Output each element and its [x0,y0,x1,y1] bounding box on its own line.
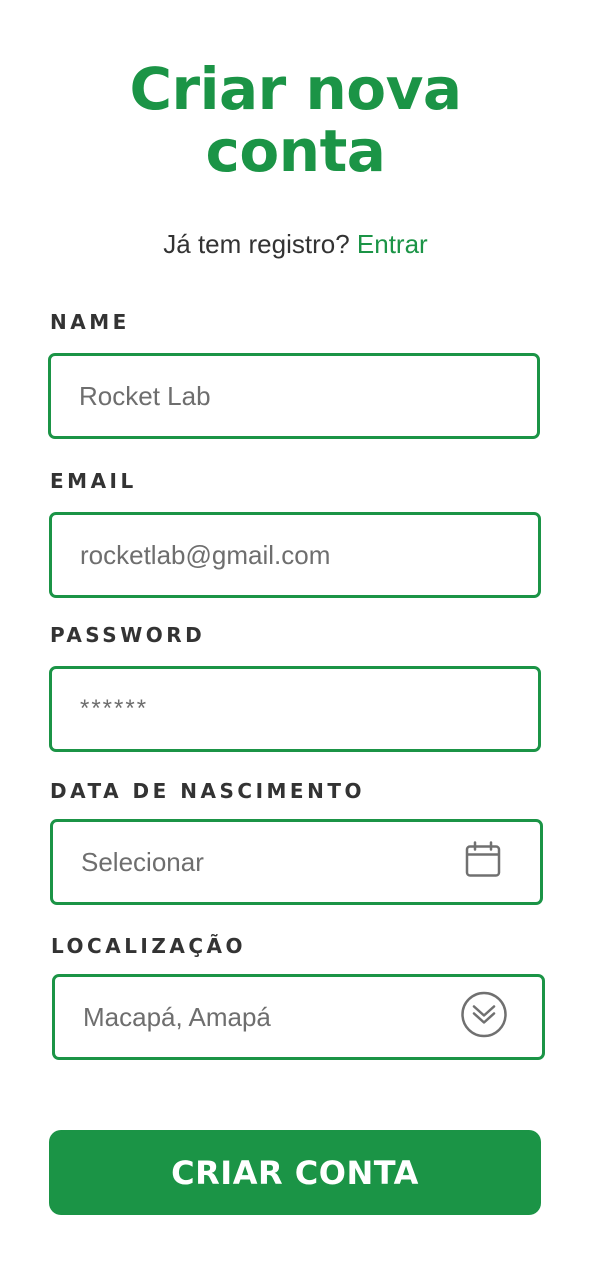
login-link[interactable]: Entrar [357,229,428,259]
email-label: EMAIL [50,469,137,493]
location-value: Macapá, Amapá [83,1001,271,1032]
calendar-icon[interactable] [464,841,502,884]
password-value: ****** [80,695,149,722]
birthdate-placeholder: Selecionar [81,846,204,877]
page-title: Criar nova conta [0,58,591,182]
name-field[interactable]: Rocket Lab [48,353,540,439]
name-label: NAME [50,310,130,334]
email-field[interactable]: rocketlab@gmail.com [49,512,541,598]
create-account-button[interactable]: CRIAR CONTA [49,1130,541,1215]
page-title-line1: Criar nova [129,55,462,123]
location-label: LOCALIZAÇÃO [51,934,247,958]
location-select[interactable]: Macapá, Amapá [52,974,545,1060]
birthdate-label: DATA DE NASCIMENTO [50,779,365,803]
password-field[interactable]: ****** [49,666,541,752]
password-label: PASSWORD [50,623,206,647]
birthdate-field[interactable]: Selecionar [50,819,543,905]
login-prompt-text: Já tem registro? [163,229,350,259]
name-value: Rocket Lab [79,380,211,411]
chevron-down-circle-icon[interactable] [460,991,508,1044]
page-title-line2: conta [205,117,386,185]
email-value: rocketlab@gmail.com [80,539,331,570]
login-prompt-line: Já tem registro? Entrar [0,227,591,261]
